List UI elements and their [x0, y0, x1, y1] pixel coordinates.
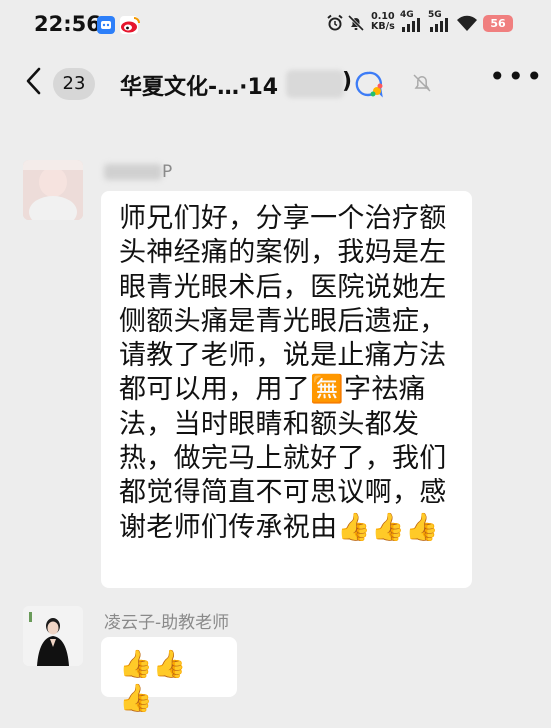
alarm-icon: [326, 14, 344, 34]
signal-4g-icon: 4G: [400, 11, 424, 35]
wifi-icon: [456, 14, 478, 34]
mute-bell-icon: [347, 14, 365, 34]
sender-name-redacted: P: [104, 162, 174, 182]
notification-app-icon: [97, 16, 115, 34]
status-bar: 22:56 0.10 KB/s 4G 5G 56: [0, 0, 551, 50]
redacted-title-part: [286, 70, 344, 98]
message-text: 👍👍👍: [119, 649, 187, 715]
signal-5g-icon: 5G: [428, 11, 452, 35]
chat-header: 23 华夏文化-…·14 ) •••: [0, 52, 551, 118]
weibo-icon: [120, 16, 140, 34]
more-options-icon[interactable]: •••: [489, 60, 545, 93]
network-speed: 0.10 KB/s: [371, 11, 395, 32]
sender-name: 凌云子-助教老师: [104, 613, 230, 633]
message-text: 师兄们好，分享一个治疗额头神经痛的案例，我妈是左眼青光眼术后，医院说她左侧额头痛…: [119, 203, 447, 543]
mute-notification-icon[interactable]: [411, 72, 433, 94]
group-chat-icon[interactable]: [354, 70, 384, 102]
unread-count-badge[interactable]: 23: [53, 68, 95, 100]
chat-title-tail: ): [342, 69, 353, 94]
message-bubble[interactable]: 师兄们好，分享一个治疗额头神经痛的案例，我妈是左眼青光眼术后，医院说她左侧额头痛…: [101, 191, 472, 588]
back-icon[interactable]: [24, 64, 44, 104]
avatar[interactable]: [23, 160, 83, 220]
status-time: 22:56: [34, 12, 101, 36]
avatar[interactable]: [23, 606, 83, 666]
battery-indicator: 56: [483, 15, 513, 32]
message-bubble[interactable]: 👍👍👍: [101, 637, 237, 714]
